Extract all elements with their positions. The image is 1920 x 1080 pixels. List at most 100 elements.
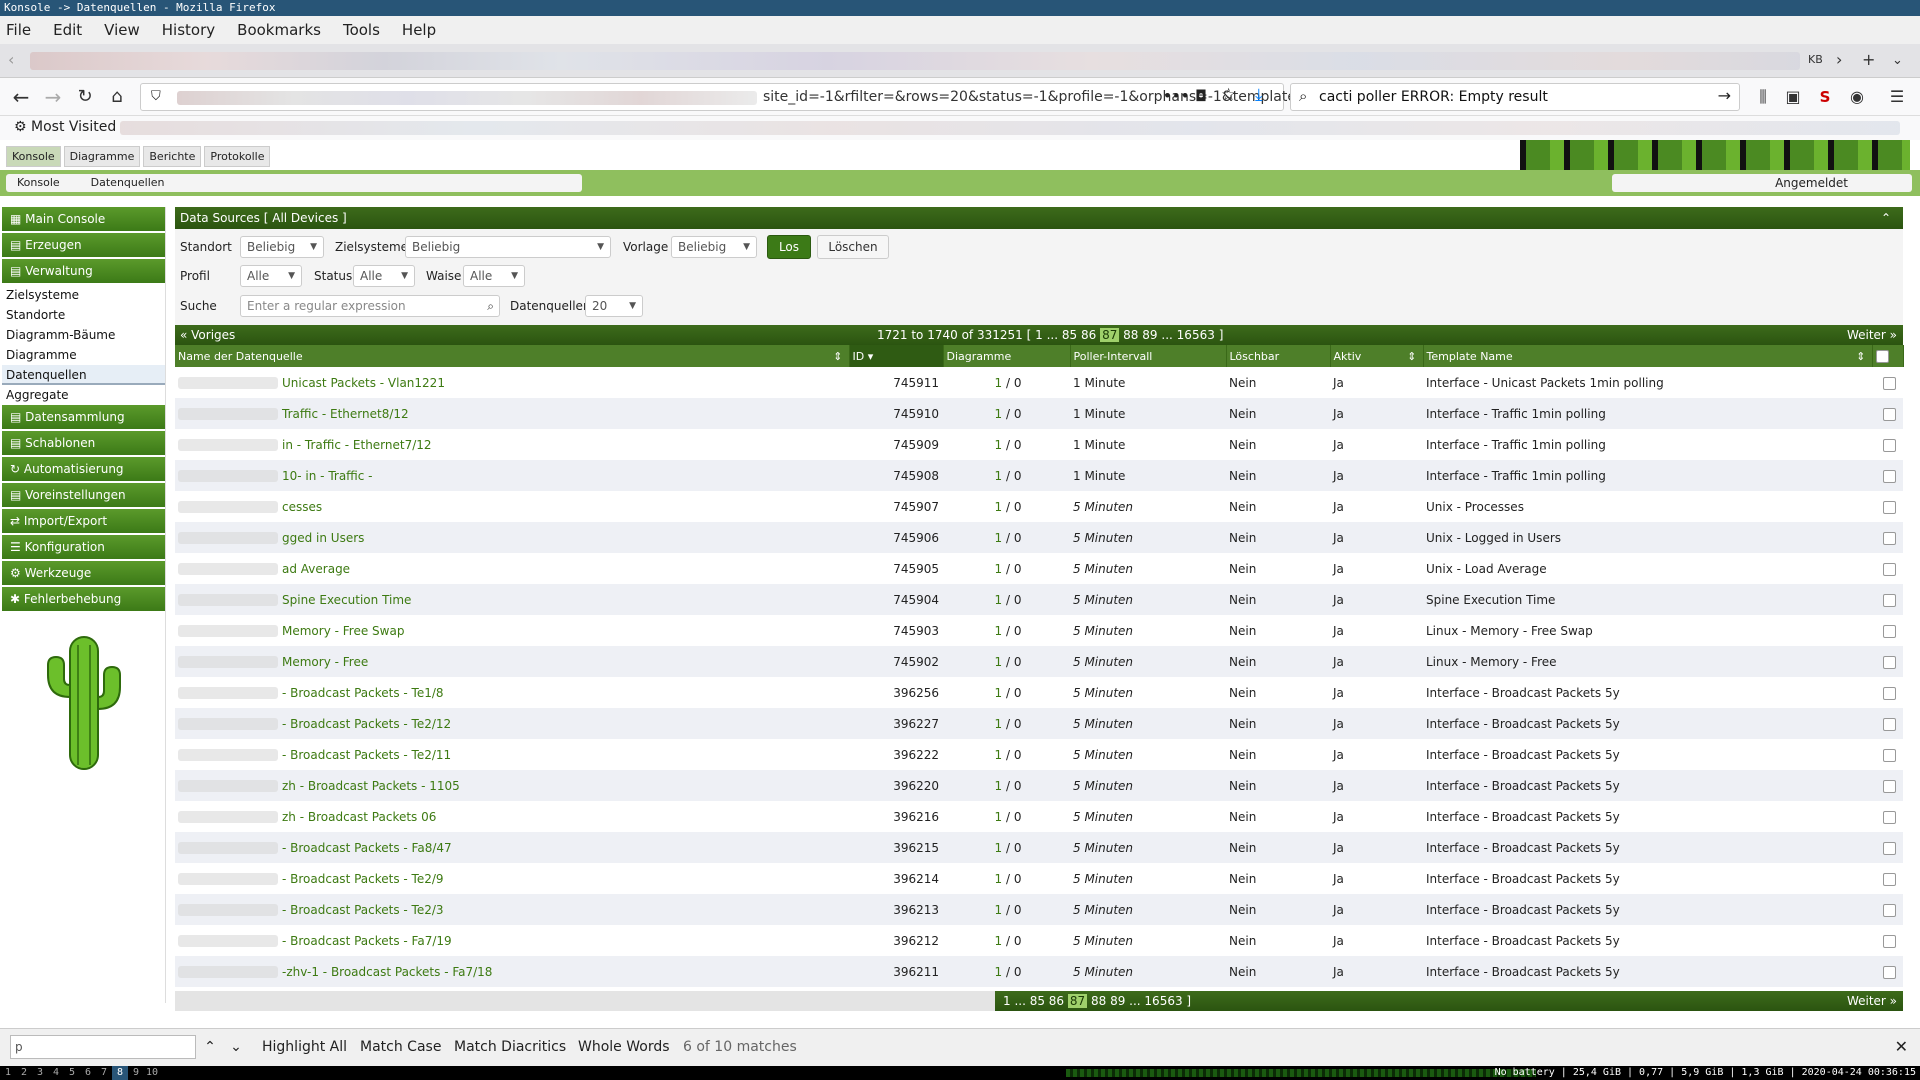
sidebar-item-diagramme[interactable]: Diagramme <box>2 345 165 365</box>
match-diacritics-option[interactable]: Match Diacritics <box>454 1039 566 1055</box>
graphs-link[interactable]: 1 <box>995 531 1003 545</box>
col-select-all[interactable] <box>1872 345 1904 367</box>
graphs-link[interactable]: 1 <box>995 748 1003 762</box>
sidebar-werkzeuge[interactable]: ⚙ Werkzeuge <box>2 561 165 585</box>
tab-protokolle[interactable]: Protokolle <box>204 146 271 167</box>
most-visited-bookmark[interactable]: ⚙ Most Visited <box>14 119 116 135</box>
go-button[interactable]: Los <box>767 235 811 259</box>
graphs-link[interactable]: 1 <box>995 376 1003 390</box>
profile-select[interactable]: Alle ▼ <box>240 265 302 287</box>
collapse-icon[interactable]: ⌃ <box>1881 207 1891 229</box>
table-row[interactable]: Memory - Free Swap 745903 1 / 05 Minuten Ne… <box>175 615 1903 646</box>
sidebar-item-zielsysteme[interactable]: Zielsysteme <box>2 285 165 305</box>
shield-icon[interactable]: ⛉ <box>151 89 161 104</box>
cell-name[interactable]: gged in Users <box>175 522 849 553</box>
tab-diagramme[interactable]: Diagramme <box>63 146 141 167</box>
cell-name[interactable]: Traffic - Ethernet8/12 <box>175 398 849 429</box>
find-next-icon[interactable]: ⌄ <box>224 1036 248 1058</box>
workspace-button[interactable]: 2 <box>16 1066 32 1080</box>
table-row[interactable]: cesses 745907 1 / 05 Minuten Nein Ja Unix - P… <box>175 491 1903 522</box>
row-checkbox[interactable] <box>1882 655 1896 669</box>
col-id[interactable]: ID ▾ <box>849 345 944 367</box>
sidebar-management[interactable]: ▤ Verwaltung <box>2 259 165 283</box>
cell-name[interactable]: - Broadcast Packets - Te2/9 <box>175 863 849 894</box>
menu-tools[interactable]: Tools <box>343 21 380 39</box>
row-checkbox[interactable] <box>1882 376 1896 390</box>
search-icon[interactable]: ⌕ <box>487 296 494 316</box>
col-template[interactable]: Template Name ⇕ <box>1423 345 1873 367</box>
tab-kb-label[interactable]: KB <box>1808 53 1823 66</box>
clear-button[interactable]: Löschen <box>817 235 889 259</box>
cell-name[interactable]: - Broadcast Packets - Fa7/19 <box>175 925 849 956</box>
menu-edit[interactable]: Edit <box>53 21 82 39</box>
cell-select[interactable] <box>1872 739 1903 770</box>
graphs-link[interactable]: 1 <box>995 810 1003 824</box>
cell-select[interactable] <box>1872 956 1903 987</box>
table-row[interactable]: - Broadcast Packets - Te2/12 396227 1 / 05… <box>175 708 1903 739</box>
account-icon[interactable]: ◉ <box>1844 84 1870 110</box>
table-row[interactable]: 10- in - Traffic - 745908 1 / 01 Minute Nei… <box>175 460 1903 491</box>
page-link[interactable]: 89 <box>1142 328 1157 342</box>
row-checkbox[interactable] <box>1882 531 1896 545</box>
forward-icon[interactable]: → <box>40 84 66 110</box>
menu-view[interactable]: View <box>104 21 140 39</box>
sidebar-item-aggregate[interactable]: Aggregate <box>2 385 165 405</box>
select-all-checkbox[interactable] <box>1875 349 1889 363</box>
row-checkbox[interactable] <box>1882 779 1896 793</box>
sidebar-toggle-icon[interactable]: ▣ <box>1780 84 1806 110</box>
datasource-link[interactable]: zh - Broadcast Packets - 1105 <box>282 779 460 793</box>
close-icon[interactable]: ✕ <box>1895 1037 1908 1056</box>
table-row[interactable]: Traffic - Ethernet8/12 745910 1 / 01 Minut… <box>175 398 1903 429</box>
devices-select[interactable]: Beliebig ▼ <box>405 236 611 258</box>
cell-name[interactable]: 10- in - Traffic - <box>175 460 849 491</box>
table-row[interactable]: gged in Users 745906 1 / 05 Minuten Nein Ja U… <box>175 522 1903 553</box>
tab-berichte[interactable]: Berichte <box>143 146 202 167</box>
library-icon[interactable]: ⫼ <box>1750 84 1776 110</box>
page-link[interactable]: 16563 <box>1177 328 1215 342</box>
hamburger-menu-icon[interactable]: ☰ <box>1884 84 1910 110</box>
sidebar-main-console[interactable]: ▦ Main Console <box>2 207 165 231</box>
page-link[interactable]: 1 <box>1035 328 1043 342</box>
cell-select[interactable] <box>1872 398 1903 429</box>
graphs-link[interactable]: 1 <box>995 779 1003 793</box>
tabs-redacted[interactable] <box>30 52 1800 70</box>
graphs-link[interactable]: 1 <box>995 438 1003 452</box>
cell-name[interactable]: cesses <box>175 491 849 522</box>
workspace-button[interactable]: 5 <box>64 1066 80 1080</box>
row-checkbox[interactable] <box>1882 624 1896 638</box>
table-row[interactable]: zh - Broadcast Packets - 1105 396220 1 / 0… <box>175 770 1903 801</box>
datasource-link[interactable]: 10- in - Traffic - <box>282 469 373 483</box>
datasource-link[interactable]: Memory - Free <box>282 655 368 669</box>
breadcrumb-datenquellen[interactable]: Datenquellen <box>91 176 165 189</box>
menu-help[interactable]: Help <box>402 21 436 39</box>
sidebar-fehlerbehebung[interactable]: ✱ Fehlerbehebung <box>2 587 165 611</box>
tab-scroll-left-icon[interactable]: ‹ <box>8 50 14 69</box>
whole-words-option[interactable]: Whole Words <box>578 1039 670 1055</box>
reload-icon[interactable]: ↻ <box>72 84 98 110</box>
cell-name[interactable]: - Broadcast Packets - Te1/8 <box>175 677 849 708</box>
find-input[interactable]: p <box>10 1035 196 1059</box>
graphs-link[interactable]: 1 <box>995 934 1003 948</box>
row-checkbox[interactable] <box>1882 686 1896 700</box>
graphs-link[interactable]: 1 <box>995 500 1003 514</box>
graphs-link[interactable]: 1 <box>995 593 1003 607</box>
menu-bookmarks[interactable]: Bookmarks <box>237 21 321 39</box>
graphs-link[interactable]: 1 <box>995 903 1003 917</box>
bookmarks-redacted[interactable] <box>120 121 1900 135</box>
extension-icon[interactable]: S <box>1812 84 1838 110</box>
cell-select[interactable] <box>1872 491 1903 522</box>
datasource-link[interactable]: zh - Broadcast Packets 06 <box>282 810 436 824</box>
page-link[interactable]: 86 <box>1081 328 1096 342</box>
cell-select[interactable] <box>1872 646 1903 677</box>
search-go-icon[interactable]: → <box>1718 86 1731 105</box>
cell-select[interactable] <box>1872 770 1903 801</box>
sidebar-konfiguration[interactable]: ☰ Konfiguration <box>2 535 165 559</box>
datasource-link[interactable]: -zhv-1 - Broadcast Packets - Fa7/18 <box>282 965 492 979</box>
datasource-link[interactable]: cesses <box>282 500 322 514</box>
cell-select[interactable] <box>1872 677 1903 708</box>
tab-konsole[interactable]: Konsole <box>6 146 61 167</box>
find-previous-icon[interactable]: ⌃ <box>198 1036 222 1058</box>
page-links-after[interactable]: 88 89 ... 16563 ] <box>1091 994 1191 1008</box>
sidebar-schablonen[interactable]: ▤ Schablonen <box>2 431 165 455</box>
url-text[interactable]: site_id=-1&rfilter=&rows=20&status=-1&pr… <box>763 89 1293 105</box>
